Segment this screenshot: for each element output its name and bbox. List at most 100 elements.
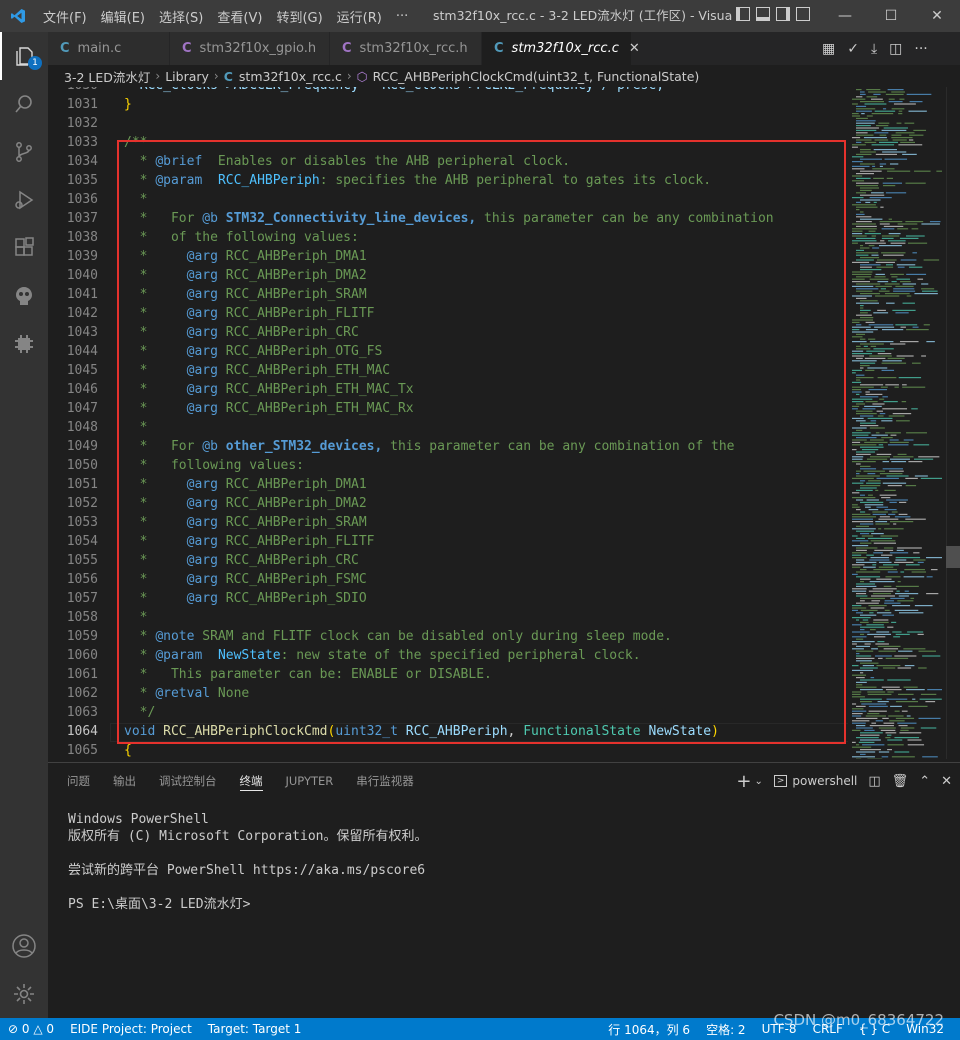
target-status[interactable]: Target: Target 1 xyxy=(200,1022,310,1036)
search-icon[interactable] xyxy=(0,80,48,128)
window-controls: — ☐ ✕ xyxy=(822,0,960,32)
code-line[interactable]: 1035 * @param RCC_AHBPeriph: specifies t… xyxy=(48,171,848,190)
code-line[interactable]: 1049 * For @b other_STM32_devices, this … xyxy=(48,437,848,456)
code-line[interactable]: 1042 * @arg RCC_AHBPeriph_FLITF xyxy=(48,304,848,323)
tab-stm32f10x-rcc-c[interactable]: C stm32f10x_rcc.c ✕ xyxy=(482,32,640,65)
code-line[interactable]: 1057 * @arg RCC_AHBPeriph_SDIO xyxy=(48,589,848,608)
code-line[interactable]: 1050 * following values: xyxy=(48,456,848,475)
code-line[interactable]: 1033 /** xyxy=(48,133,848,152)
split-editor-icon[interactable]: ◫ xyxy=(889,41,902,57)
code-line[interactable]: 1056 * @arg RCC_AHBPeriph_FSMC xyxy=(48,570,848,589)
menu-item[interactable]: ··· xyxy=(389,9,415,24)
menu-item[interactable]: 文件(F) xyxy=(36,7,94,26)
toggle-secondary-sidebar-icon[interactable] xyxy=(776,7,790,21)
code-text: void RCC_AHBPeriphClockCmd(uint32_t RCC_… xyxy=(124,724,719,739)
code-line[interactable]: 1063 */ xyxy=(48,703,848,722)
menu-item[interactable]: 转到(G) xyxy=(269,7,329,26)
code-line[interactable]: 1062 * @retval None xyxy=(48,684,848,703)
code-line[interactable]: 1046 * @arg RCC_AHBPeriph_ETH_MAC_Tx xyxy=(48,380,848,399)
breadcrumb-subfolder[interactable]: Library xyxy=(165,69,209,84)
code-line[interactable]: 1037 * For @b STM32_Connectivity_line_de… xyxy=(48,209,848,228)
tab-main-c[interactable]: C main.c xyxy=(48,32,170,65)
cursor-position[interactable]: 行 1064，列 6 xyxy=(600,1021,698,1038)
maximize-panel-icon[interactable]: ⌃ xyxy=(919,774,930,789)
close-panel-icon[interactable]: ✕ xyxy=(941,774,952,789)
eide-project-status[interactable]: EIDE Project: Project xyxy=(62,1022,200,1036)
code-line[interactable]: 1051 * @arg RCC_AHBPeriph_DMA1 xyxy=(48,475,848,494)
code-line[interactable]: 1031} xyxy=(48,95,848,114)
minimize-button[interactable]: — xyxy=(822,0,868,32)
code-line[interactable]: 1041 * @arg RCC_AHBPeriph_SRAM xyxy=(48,285,848,304)
code-line[interactable]: 1036 * xyxy=(48,190,848,209)
code-editor[interactable]: 1030 RCC_Clocks->ADCCLK_Frequency = RCC_… xyxy=(48,87,848,759)
source-control-icon[interactable] xyxy=(0,128,48,176)
breadcrumb-symbol[interactable]: RCC_AHBPeriphClockCmd(uint32_t, Function… xyxy=(373,69,700,84)
split-terminal-icon[interactable]: ◫ xyxy=(868,774,880,789)
code-line[interactable]: 1065 { xyxy=(48,741,848,759)
code-line[interactable]: 1032 xyxy=(48,114,848,133)
code-line[interactable]: 1052 * @arg RCC_AHBPeriph_DMA2 xyxy=(48,494,848,513)
account-icon[interactable] xyxy=(0,922,48,970)
code-line[interactable]: 1064 void RCC_AHBPeriphClockCmd(uint32_t … xyxy=(48,722,848,741)
trash-icon[interactable]: 🗑 xyxy=(892,774,909,789)
panel-tab[interactable]: 调试控制台 xyxy=(159,763,217,799)
menu-item[interactable]: 查看(V) xyxy=(210,7,269,26)
new-terminal-icon[interactable]: + xyxy=(736,771,751,792)
code-line[interactable]: 1044 * @arg RCC_AHBPeriph_OTG_FS xyxy=(48,342,848,361)
code-line[interactable]: 1058 * xyxy=(48,608,848,627)
more-actions-icon[interactable]: ··· xyxy=(914,41,927,57)
eide-build-icon[interactable]: ▦ xyxy=(822,41,835,57)
code-line[interactable]: 1055 * @arg RCC_AHBPeriph_CRC xyxy=(48,551,848,570)
menu-item[interactable]: 编辑(E) xyxy=(94,7,152,26)
panel-tab[interactable]: 串行监视器 xyxy=(356,763,414,799)
toggle-sidebar-icon[interactable] xyxy=(736,7,750,21)
code-line[interactable]: 1034 * @brief Enables or disables the AH… xyxy=(48,152,848,171)
shell-label[interactable]: powershell xyxy=(792,774,857,788)
code-line[interactable]: 1045 * @arg RCC_AHBPeriph_ETH_MAC xyxy=(48,361,848,380)
code-line[interactable]: 1039 * @arg RCC_AHBPeriph_DMA1 xyxy=(48,247,848,266)
toggle-panel-icon[interactable] xyxy=(756,7,770,21)
tab-stm32f10x-gpio-h[interactable]: C stm32f10x_gpio.h xyxy=(170,32,330,65)
minimap[interactable] xyxy=(848,87,946,759)
editor-scrollbar[interactable] xyxy=(946,87,960,759)
extensions-icon[interactable] xyxy=(0,224,48,272)
breadcrumb-folder[interactable]: 3-2 LED流水灯 xyxy=(64,67,150,86)
code-line[interactable]: 1048 * xyxy=(48,418,848,437)
code-line[interactable]: 1060 * @param NewState: new state of the… xyxy=(48,646,848,665)
panel-tab[interactable]: JUPYTER xyxy=(286,763,334,799)
code-line[interactable]: 1047 * @arg RCC_AHBPeriph_ETH_MAC_Rx xyxy=(48,399,848,418)
panel-tab[interactable]: 终端 xyxy=(239,763,263,799)
problems-status[interactable]: ⊘ 0 △ 0 xyxy=(0,1022,62,1036)
scrollbar-thumb[interactable] xyxy=(946,546,960,568)
menu-item[interactable]: 选择(S) xyxy=(152,7,210,26)
panel-tab[interactable]: 输出 xyxy=(113,763,136,799)
download-icon[interactable]: ⤓ xyxy=(871,41,877,57)
menu-item[interactable]: 运行(R) xyxy=(330,7,389,26)
code-line[interactable]: 1038 * of the following values: xyxy=(48,228,848,247)
explorer-icon[interactable]: 1 xyxy=(0,32,48,80)
code-line[interactable]: 1053 * @arg RCC_AHBPeriph_SRAM xyxy=(48,513,848,532)
close-button[interactable]: ✕ xyxy=(914,0,960,32)
panel-tab[interactable]: 问题 xyxy=(67,763,90,799)
maximize-button[interactable]: ☐ xyxy=(868,0,914,32)
code-line[interactable]: 1040 * @arg RCC_AHBPeriph_DMA2 xyxy=(48,266,848,285)
code-line[interactable]: 1030 RCC_Clocks->ADCCLK_Frequency = RCC_… xyxy=(48,87,848,95)
platformio-icon[interactable] xyxy=(0,272,48,320)
close-tab-icon[interactable]: ✕ xyxy=(629,41,640,56)
terminal-output[interactable]: Windows PowerShell 版权所有 (C) Microsoft Cor… xyxy=(68,811,428,913)
indentation[interactable]: 空格: 2 xyxy=(698,1021,754,1038)
run-debug-icon[interactable] xyxy=(0,176,48,224)
settings-gear-icon[interactable] xyxy=(0,970,48,1018)
line-number: 1043 xyxy=(66,325,98,340)
line-number: 1065 xyxy=(66,743,98,758)
code-line[interactable]: 1061 * This parameter can be: ENABLE or … xyxy=(48,665,848,684)
tab-stm32f10x-rcc-h[interactable]: C stm32f10x_rcc.h xyxy=(330,32,482,65)
eide-chip-icon[interactable] xyxy=(0,320,48,368)
clean-icon[interactable]: ✓ xyxy=(847,41,859,57)
customize-layout-icon[interactable] xyxy=(796,7,810,21)
code-line[interactable]: 1054 * @arg RCC_AHBPeriph_FLITF xyxy=(48,532,848,551)
code-line[interactable]: 1043 * @arg RCC_AHBPeriph_CRC xyxy=(48,323,848,342)
code-line[interactable]: 1059 * @note SRAM and FLITF clock can be… xyxy=(48,627,848,646)
breadcrumb-file[interactable]: stm32f10x_rcc.c xyxy=(239,69,342,84)
chevron-down-icon[interactable]: ⌄ xyxy=(754,776,762,787)
